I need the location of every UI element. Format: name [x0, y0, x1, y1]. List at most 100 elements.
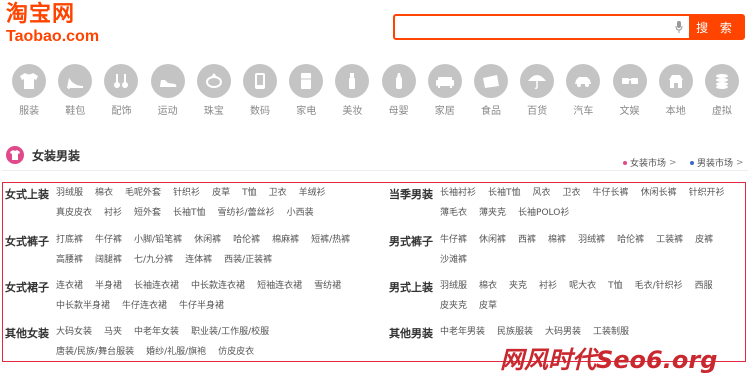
- category-link[interactable]: 小脚/铅笔裤: [134, 234, 182, 246]
- category-link[interactable]: 毛呢外套: [125, 187, 161, 199]
- category-link[interactable]: 工装制服: [593, 326, 629, 338]
- category-item-jewelry[interactable]: 珠宝: [191, 64, 237, 124]
- category-link[interactable]: 中老年男装: [440, 326, 485, 338]
- category-link[interactable]: 棉裤: [548, 234, 566, 246]
- category-link[interactable]: 长袖连衣裙: [134, 280, 179, 292]
- category-link[interactable]: 皮草: [212, 187, 230, 199]
- category-link[interactable]: 民族服装: [497, 326, 533, 338]
- category-link[interactable]: 雪纺衫/蕾丝衫: [218, 207, 275, 219]
- group-title[interactable]: 女式裤子: [5, 233, 49, 249]
- category-link[interactable]: 七/九分裤: [134, 254, 173, 266]
- category-link[interactable]: 休闲长裤: [641, 187, 677, 199]
- category-link[interactable]: 中老年女装: [134, 326, 179, 338]
- category-item-general-goods[interactable]: 百货: [514, 64, 560, 124]
- category-link[interactable]: 马夹: [104, 326, 122, 338]
- category-link[interactable]: 衬衫: [104, 207, 122, 219]
- category-link[interactable]: 牛仔连衣裙: [122, 300, 167, 312]
- category-item-sports[interactable]: 运动: [145, 64, 191, 124]
- category-link[interactable]: 婚纱/礼服/旗袍: [146, 346, 206, 358]
- group-title[interactable]: 其他男装: [389, 325, 433, 341]
- category-link[interactable]: 哈伦裤: [617, 234, 644, 246]
- category-link[interactable]: 长袖POLO衫: [518, 207, 569, 219]
- category-item-baby[interactable]: 母婴: [376, 64, 422, 124]
- group-title[interactable]: 其他女装: [5, 325, 49, 341]
- category-link[interactable]: 皮裤: [695, 234, 713, 246]
- category-link[interactable]: 棉衣: [95, 187, 113, 199]
- category-link[interactable]: 哈伦裤: [233, 234, 260, 246]
- group-title[interactable]: 女式上装: [5, 186, 49, 202]
- group-title[interactable]: 男式裤子: [389, 233, 433, 249]
- category-link[interactable]: 工装裤: [656, 234, 683, 246]
- category-link[interactable]: 牛仔半身裙: [179, 300, 224, 312]
- category-link[interactable]: 休闲裤: [194, 234, 221, 246]
- category-link[interactable]: 中长款半身裙: [56, 300, 110, 312]
- category-item-local[interactable]: 本地: [653, 64, 699, 124]
- category-link[interactable]: 薄夹克: [479, 207, 506, 219]
- group-title[interactable]: 当季男装: [389, 186, 433, 202]
- category-link[interactable]: 风衣: [533, 187, 551, 199]
- category-link[interactable]: 沙滩裤: [440, 254, 467, 266]
- category-link[interactable]: 棉衣: [479, 280, 497, 292]
- category-link[interactable]: 大码男装: [545, 326, 581, 338]
- category-link[interactable]: 中长款连衣裙: [191, 280, 245, 292]
- category-link[interactable]: 连体裤: [185, 254, 212, 266]
- category-link[interactable]: 半身裙: [95, 280, 122, 292]
- taobao-logo[interactable]: 淘宝网 Taobao.com: [6, 2, 116, 50]
- category-link[interactable]: 短外套: [134, 207, 161, 219]
- category-link[interactable]: 呢大衣: [569, 280, 596, 292]
- search-input[interactable]: [395, 16, 669, 38]
- category-link[interactable]: 羽绒裤: [578, 234, 605, 246]
- category-link[interactable]: 卫衣: [563, 187, 581, 199]
- category-link[interactable]: 羊绒衫: [299, 187, 326, 199]
- category-link[interactable]: 夹克: [509, 280, 527, 292]
- category-item-beauty[interactable]: 美妆: [329, 64, 375, 124]
- category-link[interactable]: 棉麻裤: [272, 234, 299, 246]
- category-link[interactable]: T恤: [608, 280, 623, 292]
- category-link[interactable]: 衬衫: [539, 280, 557, 292]
- category-link[interactable]: 西裤: [518, 234, 536, 246]
- category-item-clothing[interactable]: 服装: [6, 64, 52, 124]
- category-link[interactable]: 短裤/热裤: [311, 234, 350, 246]
- category-link[interactable]: 真皮皮衣: [56, 207, 92, 219]
- category-link[interactable]: 小西装: [287, 207, 314, 219]
- microphone-icon[interactable]: [669, 16, 689, 38]
- category-item-entertainment[interactable]: 文娱: [606, 64, 652, 124]
- category-link[interactable]: 高腰裤: [56, 254, 83, 266]
- category-link[interactable]: 皮草: [479, 300, 497, 312]
- men-market-link[interactable]: 男装市场 >: [690, 156, 744, 169]
- category-link[interactable]: 卫衣: [269, 187, 287, 199]
- category-item-accessories[interactable]: 配饰: [98, 64, 144, 124]
- category-link[interactable]: 休闲裤: [479, 234, 506, 246]
- category-link[interactable]: 唐装/民族/舞台服装: [56, 346, 134, 358]
- category-link[interactable]: 西服: [695, 280, 713, 292]
- category-link[interactable]: 短袖连衣裙: [257, 280, 302, 292]
- category-link[interactable]: T恤: [242, 187, 257, 199]
- category-item-digital[interactable]: 数码: [237, 64, 283, 124]
- category-link[interactable]: 长袖T恤: [488, 187, 521, 199]
- category-link[interactable]: 针织开衫: [689, 187, 725, 199]
- category-link[interactable]: 长袖衬衫: [440, 187, 476, 199]
- category-item-appliances[interactable]: 家电: [283, 64, 329, 124]
- category-link[interactable]: 职业装/工作服/校服: [191, 326, 269, 338]
- category-link[interactable]: 皮夹克: [440, 300, 467, 312]
- women-market-link[interactable]: 女装市场 >: [623, 156, 677, 169]
- category-item-shoes-bags[interactable]: 鞋包: [52, 64, 98, 124]
- category-link[interactable]: 薄毛衣: [440, 207, 467, 219]
- category-item-virtual[interactable]: 虚拟: [699, 64, 745, 124]
- group-title[interactable]: 女式裙子: [5, 279, 49, 295]
- category-link[interactable]: 阔腿裤: [95, 254, 122, 266]
- category-link[interactable]: 牛仔裤: [95, 234, 122, 246]
- category-link[interactable]: 打底裤: [56, 234, 83, 246]
- search-button[interactable]: 搜 索: [689, 16, 743, 38]
- category-link[interactable]: 牛仔长裤: [593, 187, 629, 199]
- category-link[interactable]: 仿皮皮衣: [218, 346, 254, 358]
- category-link[interactable]: 大码女装: [56, 326, 92, 338]
- category-link[interactable]: 西装/正装裤: [224, 254, 272, 266]
- category-link[interactable]: 长袖T恤: [173, 207, 206, 219]
- category-item-food[interactable]: 食品: [468, 64, 514, 124]
- category-link[interactable]: 牛仔裤: [440, 234, 467, 246]
- group-title[interactable]: 男式上装: [389, 279, 433, 295]
- category-item-auto[interactable]: 汽车: [560, 64, 606, 124]
- category-link[interactable]: 针织衫: [173, 187, 200, 199]
- category-item-home[interactable]: 家居: [422, 64, 468, 124]
